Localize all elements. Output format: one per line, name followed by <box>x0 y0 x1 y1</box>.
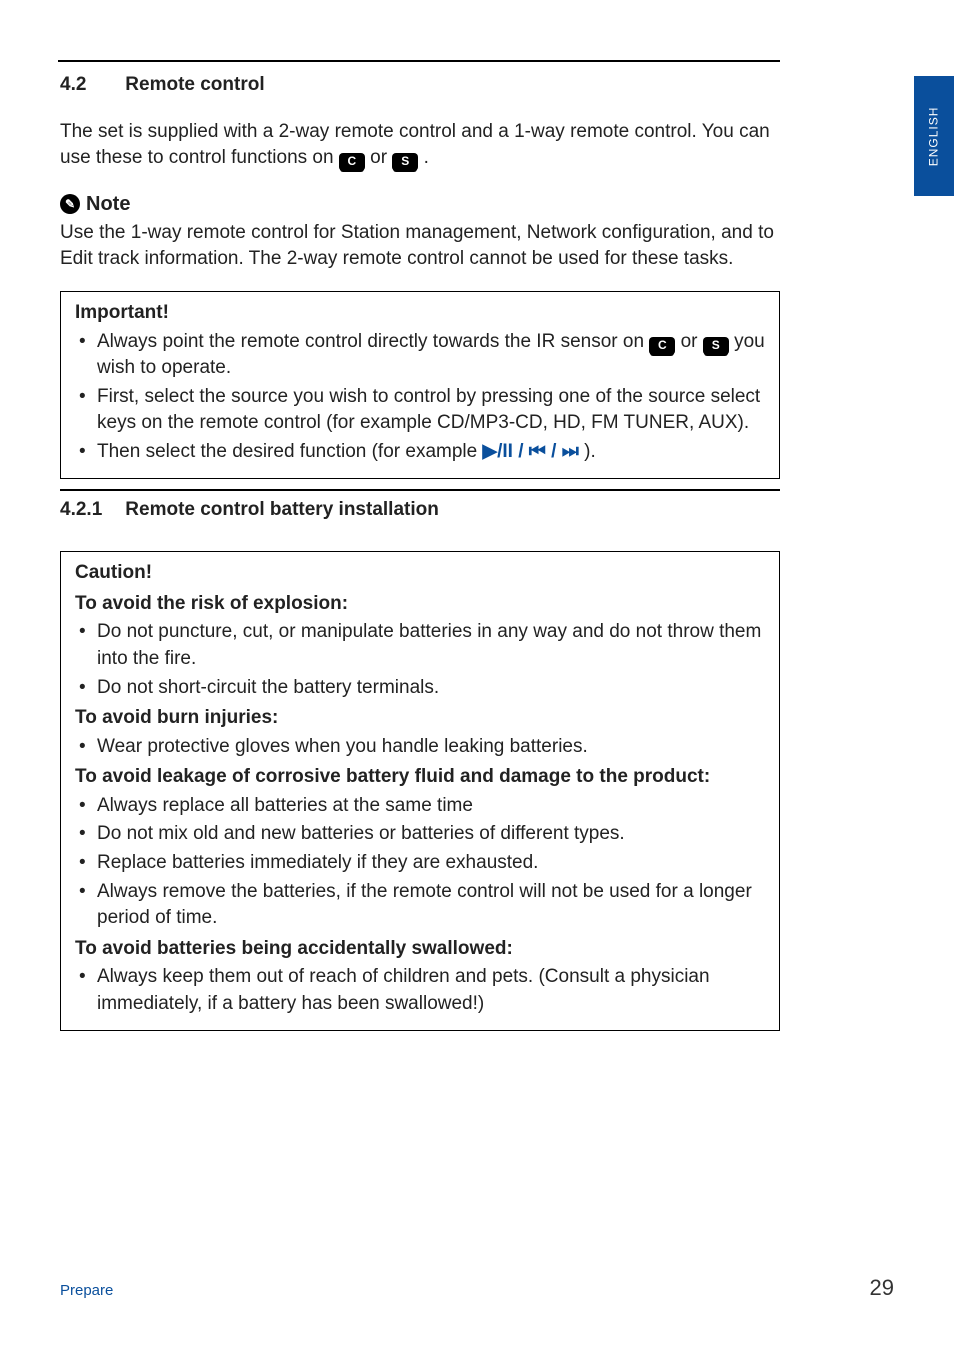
next-track-icon: ⏭ <box>562 441 579 462</box>
caution-l4a: Always keep them out of reach of childre… <box>97 966 710 1014</box>
language-tab: ENGLISH <box>914 76 954 196</box>
important-li1-a: Always point the remote control directly… <box>97 331 649 352</box>
prev-track-icon: ⏮ <box>529 441 546 462</box>
badge-s-icon: S <box>703 337 729 355</box>
intro-text-b: or <box>370 147 392 168</box>
list-item: Always point the remote control directly… <box>75 329 765 382</box>
list-item: Do not mix old and new batteries or batt… <box>75 821 765 848</box>
media-sep: / <box>518 441 529 462</box>
badge-s-icon: S <box>392 153 418 171</box>
list-item: Always remove the batteries, if the remo… <box>75 879 765 932</box>
caution-box: Caution! To avoid the risk of explosion:… <box>60 551 780 1031</box>
badge-c-icon: C <box>339 153 365 171</box>
caution-list-2: Wear protective gloves when you handle l… <box>75 734 765 761</box>
subsection-heading: 4.2.1 Remote control battery installatio… <box>60 489 780 524</box>
caution-h3: To avoid leakage of corrosive battery fl… <box>75 764 765 791</box>
caution-h4: To avoid batteries being accidentally sw… <box>75 936 765 963</box>
section-number: 4.2 <box>60 72 120 99</box>
caution-l3c: Replace batteries immediately if they ar… <box>97 852 538 873</box>
section-heading: 4.2 Remote control <box>60 72 780 99</box>
list-item: First, select the source you wish to con… <box>75 384 765 437</box>
important-li1-b: or <box>681 331 703 352</box>
caution-l3a: Always replace all batteries at the same… <box>97 795 473 816</box>
caution-title: Caution! <box>75 560 765 587</box>
note-label: Note <box>86 190 130 218</box>
intro-text-c: . <box>424 147 429 168</box>
caution-l2a: Wear protective gloves when you handle l… <box>97 736 588 757</box>
important-box: Important! Always point the remote contr… <box>60 291 780 479</box>
footer-page-number: 29 <box>870 1273 894 1304</box>
page-content: 4.2 Remote control The set is supplied w… <box>0 0 840 1031</box>
language-tab-label: ENGLISH <box>926 106 943 166</box>
media-sep: / <box>551 441 562 462</box>
caution-list-3: Always replace all batteries at the same… <box>75 793 765 932</box>
section-intro: The set is supplied with a 2-way remote … <box>60 119 780 172</box>
note-icon: ✎ <box>60 194 80 214</box>
caution-l3b: Do not mix old and new batteries or batt… <box>97 823 625 844</box>
page-footer: Prepare 29 <box>60 1273 894 1304</box>
badge-c-icon: C <box>649 337 675 355</box>
caution-l1b: Do not short-circuit the battery termina… <box>97 677 439 698</box>
caution-h1: To avoid the risk of explosion: <box>75 591 765 618</box>
caution-h2: To avoid burn injuries: <box>75 705 765 732</box>
play-pause-icon: ▶/II <box>482 441 512 462</box>
list-item: Do not short-circuit the battery termina… <box>75 675 765 702</box>
top-rule <box>58 60 780 62</box>
caution-list-4: Always keep them out of reach of childre… <box>75 964 765 1017</box>
important-title: Important! <box>75 300 765 327</box>
subsection-title: Remote control battery installation <box>125 499 439 520</box>
important-li3-a: Then select the desired function (for ex… <box>97 441 482 462</box>
note-text: Use the 1-way remote control for Station… <box>60 220 780 273</box>
important-li2: First, select the source you wish to con… <box>97 386 760 434</box>
list-item: Replace batteries immediately if they ar… <box>75 850 765 877</box>
caution-l1a: Do not puncture, cut, or manipulate batt… <box>97 621 761 669</box>
important-list: Always point the remote control directly… <box>75 329 765 466</box>
list-item: Wear protective gloves when you handle l… <box>75 734 765 761</box>
section-title: Remote control <box>125 74 264 95</box>
caution-list-1: Do not puncture, cut, or manipulate batt… <box>75 619 765 701</box>
footer-section: Prepare <box>60 1280 113 1301</box>
list-item: Always keep them out of reach of childre… <box>75 964 765 1017</box>
important-li3-b: ). <box>584 441 596 462</box>
list-item: Do not puncture, cut, or manipulate batt… <box>75 619 765 672</box>
list-item: Always replace all batteries at the same… <box>75 793 765 820</box>
caution-l3d: Always remove the batteries, if the remo… <box>97 881 752 929</box>
note-heading: ✎ Note <box>60 190 780 218</box>
list-item: Then select the desired function (for ex… <box>75 439 765 466</box>
subsection-number: 4.2.1 <box>60 497 120 524</box>
